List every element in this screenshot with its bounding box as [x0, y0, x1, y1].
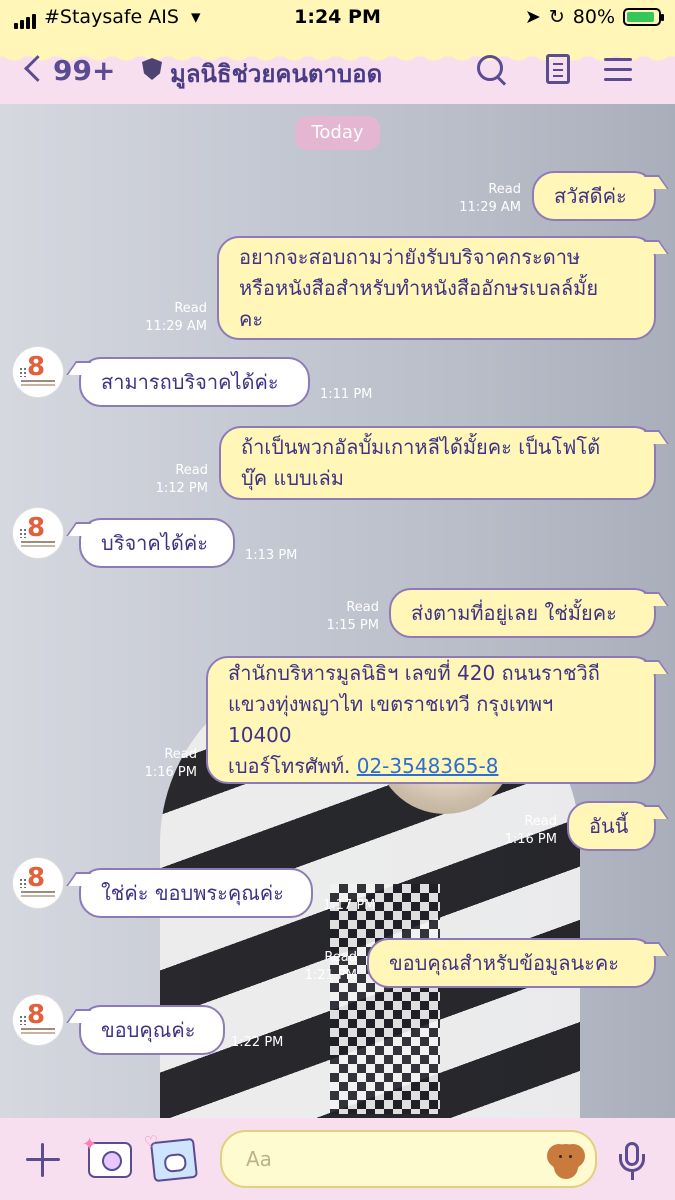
heart-icon: ♡	[143, 1131, 160, 1152]
camera-icon[interactable]: ✦	[82, 1134, 132, 1178]
outgoing-message-bubble[interactable]: สวัสดีค่ะ	[532, 171, 656, 221]
read-status: Read	[346, 600, 379, 615]
message-text: สวัสดีค่ะ	[554, 183, 627, 208]
outgoing-message-bubble[interactable]: ถ้าเป็นพวกอัลบั้มเกาหลีได้มั้ยคะ เป็นโฟโ…	[219, 426, 656, 500]
address-text: สำนักบริหารมูลนิธิฯ เลขที่ 420 ถนนราชวิถ…	[228, 661, 600, 747]
message-text: อันนี้	[589, 813, 629, 838]
message-text: อยากจะสอบถามว่ายังรับบริจาคกระดาษ หรือหน…	[239, 244, 599, 331]
search-icon[interactable]	[474, 52, 510, 88]
message-time: 1:12 PM	[155, 481, 208, 496]
wallpaper-pattern	[330, 884, 440, 1114]
incoming-message-bubble[interactable]: สามารถบริจาคได้ค่ะ	[79, 357, 310, 407]
read-status: Read	[174, 301, 207, 316]
chevron-left-icon	[24, 55, 51, 82]
message-time: 1:22 PM	[231, 1035, 284, 1050]
phone-label: เบอร์โทรศัพท์.	[228, 754, 357, 778]
message-text: ขอบคุณค่ะ	[101, 1017, 196, 1042]
status-bar: #Staysafe AIS ▾ 1:24 PM ➤ ↻ 80%	[0, 0, 675, 36]
chat-header: 99+ มูลนิธิช่วยคนตาบอด	[0, 36, 675, 104]
message-text: ขอบคุณสำหรับข้อมูลนะคะ	[389, 950, 620, 975]
outgoing-message-bubble[interactable]: อันนี้	[567, 801, 656, 851]
message-time: 1:13 PM	[245, 548, 298, 563]
message-text: ถ้าเป็นพวกอัลบั้มเกาหลีได้มั้ยคะ เป็นโฟโ…	[241, 435, 601, 490]
rotation-lock-icon: ↻	[548, 6, 565, 28]
incoming-message-bubble[interactable]: ใช่ค่ะ ขอบพระคุณค่ะ	[79, 868, 313, 918]
message-text: ส่งตามที่อยู่เลย ใช่มั้ยคะ	[411, 600, 617, 625]
outgoing-message-bubble[interactable]: ส่งตามที่อยู่เลย ใช่มั้ยคะ	[389, 588, 656, 638]
outgoing-message-bubble[interactable]: ขอบคุณสำหรับข้อมูลนะคะ	[367, 938, 656, 988]
message-meta: Read 1:15 PM	[327, 599, 379, 635]
read-status: Read	[324, 950, 357, 965]
read-status: Read	[488, 182, 521, 197]
location-icon: ➤	[524, 6, 541, 28]
photo-icon[interactable]: ♡	[143, 1132, 198, 1183]
message-meta: Read 1:21 PM	[305, 949, 357, 985]
message-meta: Read 11:29 AM	[459, 181, 521, 217]
phone-link[interactable]: 02-3548365-8	[357, 754, 499, 778]
message-time: 1:21 PM	[304, 968, 357, 983]
battery-percent: 80%	[572, 6, 615, 28]
outgoing-message-bubble[interactable]: สำนักบริหารมูลนิธิฯ เลขที่ 420 ถนนราชวิถ…	[206, 656, 656, 784]
message-meta: Read 11:29 AM	[145, 300, 207, 336]
unread-count: 99+	[53, 54, 116, 87]
status-right: ➤ ↻ 80%	[524, 6, 664, 28]
date-separator: Today	[295, 116, 380, 150]
avatar[interactable]: 8	[13, 508, 63, 558]
back-button[interactable]: 99+	[24, 54, 116, 87]
message-time: 1:15 PM	[326, 618, 379, 633]
shield-icon	[142, 58, 162, 80]
message-text: สามารถบริจาคได้ค่ะ	[101, 369, 279, 394]
read-status: Read	[164, 747, 197, 762]
message-meta: Read 1:12 PM	[156, 462, 208, 498]
message-time: 11:29 AM	[145, 319, 207, 334]
menu-icon[interactable]	[602, 52, 638, 88]
outgoing-message-bubble[interactable]: อยากจะสอบถามว่ายังรับบริจาคกระดาษ หรือหน…	[217, 236, 656, 340]
message-text: สำนักบริหารมูลนิธิฯ เลขที่ 420 ถนนราชวิถ…	[228, 658, 600, 782]
message-time: 1:11 PM	[320, 387, 373, 402]
message-time: 1:16 PM	[144, 765, 197, 780]
message-meta: Read 1:16 PM	[145, 746, 197, 782]
plus-icon[interactable]	[26, 1143, 60, 1177]
incoming-message-bubble[interactable]: ขอบคุณค่ะ	[79, 1005, 225, 1055]
read-status: Read	[524, 814, 557, 829]
message-time: 11:29 AM	[459, 200, 521, 215]
sticker-icon[interactable]	[547, 1140, 585, 1178]
message-input-placeholder: Aa	[246, 1147, 272, 1171]
message-text: บริจาคได้ค่ะ	[101, 530, 208, 555]
battery-icon	[623, 8, 664, 26]
avatar[interactable]: 8	[13, 995, 63, 1045]
incoming-message-bubble[interactable]: บริจาคได้ค่ะ	[79, 518, 235, 568]
chat-title[interactable]: มูลนิธิช่วยคนตาบอด	[170, 54, 382, 93]
message-meta: Read 1:16 PM	[505, 813, 557, 849]
message-input[interactable]: Aa	[220, 1130, 597, 1188]
read-status: Read	[175, 463, 208, 478]
message-time: 1:17 PM	[323, 898, 376, 913]
message-composer: ✦ ♡ Aa	[0, 1118, 675, 1200]
avatar[interactable]: 8	[13, 858, 63, 908]
message-text: ใช่ค่ะ ขอบพระคุณค่ะ	[101, 880, 284, 905]
mic-icon[interactable]	[616, 1142, 648, 1182]
avatar[interactable]: 8	[13, 347, 63, 397]
sparkle-icon: ✦	[82, 1134, 98, 1155]
message-time: 1:16 PM	[504, 832, 557, 847]
note-icon[interactable]	[542, 52, 578, 88]
